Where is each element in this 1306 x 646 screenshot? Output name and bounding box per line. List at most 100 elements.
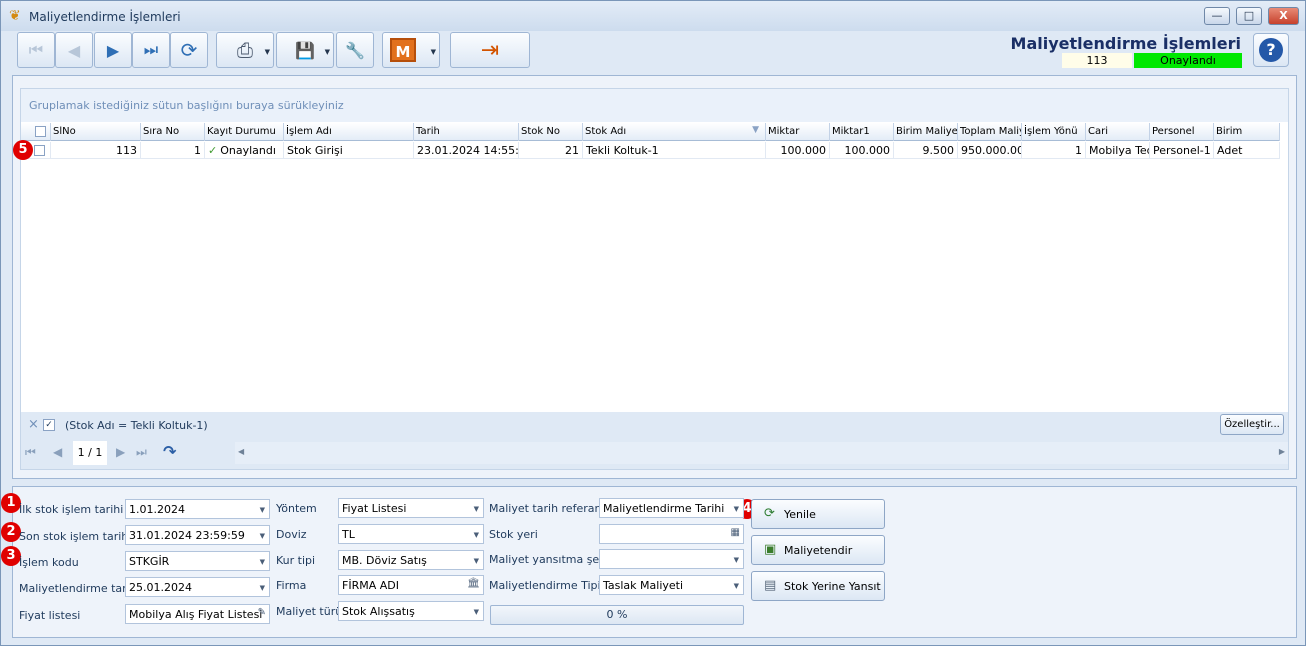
stock-place-field[interactable]: ▦ bbox=[599, 524, 744, 544]
table-cell[interactable]: Tekli Koltuk-1 bbox=[583, 142, 766, 159]
column-header[interactable]: Toplam Maliy bbox=[958, 123, 1022, 141]
table-cell[interactable]: 9.500 bbox=[894, 142, 958, 159]
scroll-right-icon[interactable]: ▶ bbox=[1279, 447, 1285, 456]
column-header[interactable]: Stok Adı ▼ bbox=[583, 123, 766, 141]
costing-type-field[interactable]: Taslak Maliyeti ▼ bbox=[599, 575, 744, 595]
first-record-button[interactable]: ⏮ bbox=[17, 32, 55, 68]
table-cell[interactable]: 100.000 bbox=[766, 142, 830, 159]
help-button[interactable]: ? bbox=[1253, 33, 1289, 67]
column-header[interactable]: Birim Maliyet bbox=[894, 123, 958, 141]
chevron-down-icon[interactable]: ▼ bbox=[260, 584, 265, 592]
filter-icon[interactable]: ▼ bbox=[752, 125, 759, 135]
chevron-down-icon[interactable]: ▼ bbox=[474, 557, 479, 565]
pager-next-icon[interactable]: ▶ bbox=[116, 445, 125, 459]
row-checkbox[interactable] bbox=[34, 145, 45, 156]
column-header[interactable]: Tarih bbox=[414, 123, 519, 141]
customize-button[interactable]: Özelleştir... bbox=[1220, 414, 1284, 435]
horizontal-scrollbar[interactable]: ◀ ▶ bbox=[235, 442, 1288, 464]
reflect-button-label: Stok Yerine Yansıt bbox=[784, 580, 881, 593]
method-field[interactable]: Fiyat Listesi ▼ bbox=[338, 498, 484, 518]
chevron-down-icon[interactable]: ▼ bbox=[474, 531, 479, 539]
column-header[interactable]: İşlem Adı bbox=[284, 123, 414, 141]
reflect-to-stock-button[interactable]: ▤ Stok Yerine Yansıt bbox=[751, 571, 885, 601]
price-list-field[interactable]: Mobilya Alış Fiyat Listesi ✎ bbox=[125, 604, 270, 624]
table-cell[interactable]: 1 bbox=[1022, 142, 1086, 159]
column-header[interactable]: Miktar bbox=[766, 123, 830, 141]
scroll-left-icon[interactable]: ◀ bbox=[238, 447, 244, 456]
print-button[interactable]: ⎙ ▼ bbox=[216, 32, 274, 68]
chevron-down-icon[interactable]: ▼ bbox=[474, 505, 479, 513]
chevron-down-icon[interactable]: ▼ bbox=[260, 532, 265, 540]
column-header[interactable]: Stok No bbox=[519, 123, 583, 141]
chevron-down-icon[interactable]: ▼ bbox=[260, 558, 265, 566]
costing-date-field[interactable]: 25.01.2024 ▼ bbox=[125, 577, 270, 597]
last-date-field[interactable]: 31.01.2024 23:59:59 ▼ bbox=[125, 525, 270, 545]
table-cell[interactable]: Mobilya Tedarikçi bbox=[1086, 142, 1150, 159]
table-cell[interactable]: 100.000 bbox=[830, 142, 894, 159]
filter-text[interactable]: (Stok Adı = Tekli Koltuk-1) bbox=[65, 419, 208, 432]
maximize-button[interactable]: □ bbox=[1236, 7, 1262, 25]
table-cell[interactable]: ✓ Onaylandı bbox=[205, 142, 284, 159]
refresh-button[interactable]: ⟳ Yenile bbox=[751, 499, 885, 529]
close-button[interactable]: X bbox=[1268, 7, 1299, 25]
group-panel-hint[interactable]: Gruplamak istediğiniz sütun başlığını bu… bbox=[21, 89, 1288, 122]
edit-icon[interactable]: ✎ bbox=[258, 607, 266, 618]
stock-place-label: Stok yeri bbox=[489, 528, 538, 541]
date-ref-field[interactable]: Maliyetlendirme Tarihi ▼ bbox=[599, 498, 744, 518]
select-all-checkbox[interactable] bbox=[35, 126, 46, 137]
refresh-toolbar-button[interactable]: ⟳ bbox=[170, 32, 208, 68]
chevron-down-icon[interactable]: ▼ bbox=[734, 582, 739, 590]
column-header[interactable]: İşlem Yönü bbox=[1022, 123, 1086, 141]
pager-prev-icon[interactable]: ◀ bbox=[53, 445, 62, 459]
pager-last-icon[interactable]: ⏭ bbox=[136, 445, 147, 460]
process-code-field[interactable]: STKGİR ▼ bbox=[125, 551, 270, 571]
table-cell[interactable]: Stok Girişi bbox=[284, 142, 414, 159]
table-cell[interactable]: 113 bbox=[51, 142, 141, 159]
filter-enable-checkbox[interactable]: ✓ bbox=[43, 419, 55, 431]
pager-first-icon[interactable]: ⏮ bbox=[25, 445, 36, 460]
next-record-button[interactable]: ▶ bbox=[94, 32, 132, 68]
last-record-button[interactable]: ⏭ bbox=[132, 32, 170, 68]
table-cell[interactable]: 23.01.2024 14:55:58 bbox=[414, 142, 519, 159]
table-row[interactable]: 113 1 ✓ Onaylandı Stok Girişi 23.01.2024 … bbox=[21, 142, 1280, 159]
company-field[interactable]: FİRMA ADI 🏛 bbox=[338, 575, 484, 595]
first-date-field[interactable]: 1.01.2024 ▼ bbox=[125, 499, 270, 519]
chevron-down-icon[interactable]: ▼ bbox=[260, 506, 265, 514]
pager-refresh-icon[interactable]: ↷ bbox=[163, 442, 176, 461]
select-all-header[interactable] bbox=[21, 123, 51, 141]
column-header[interactable]: SlNo bbox=[51, 123, 141, 141]
minimize-button[interactable]: — bbox=[1204, 7, 1230, 25]
column-header[interactable]: Kayıt Durumu bbox=[205, 123, 284, 141]
bank-icon[interactable]: 🏛 bbox=[467, 578, 480, 589]
table-cell[interactable]: Personel-1 S bbox=[1150, 142, 1214, 159]
m-menu-button[interactable]: M ▼ bbox=[382, 32, 440, 68]
cost-type-field[interactable]: Stok Alışsatış ▼ bbox=[338, 601, 484, 621]
chevron-down-icon[interactable]: ▼ bbox=[734, 505, 739, 513]
table-cell[interactable]: 21 bbox=[519, 142, 583, 159]
chevron-down-icon[interactable]: ▼ bbox=[474, 608, 479, 616]
column-header[interactable]: Miktar1 bbox=[830, 123, 894, 141]
table-cell[interactable]: 1 bbox=[141, 142, 205, 159]
prev-record-button[interactable]: ◀ bbox=[55, 32, 93, 68]
costing-button[interactable]: ▣ Maliyetendir bbox=[751, 535, 885, 565]
table-cell[interactable]: Adet bbox=[1214, 142, 1280, 159]
pager: ⏮ ◀ 1 / 1 ▶ ⏭ ↷ ◀ ▶ bbox=[21, 438, 1288, 469]
column-header[interactable]: Birim bbox=[1214, 123, 1280, 141]
reflect-field[interactable]: ▼ bbox=[599, 549, 744, 569]
tools-button[interactable]: 🔧 bbox=[336, 32, 374, 68]
column-header-row: SlNo Sıra No Kayıt Durumu İşlem Adı Tari… bbox=[21, 123, 1280, 141]
rate-type-field[interactable]: MB. Döviz Satış ▼ bbox=[338, 550, 484, 570]
table-cell[interactable]: 950.000.000 bbox=[958, 142, 1022, 159]
data-grid: Gruplamak istediğiniz sütun başlığını bu… bbox=[20, 88, 1289, 470]
lookup-icon[interactable]: ▦ bbox=[731, 527, 740, 538]
help-icon: ? bbox=[1259, 38, 1283, 62]
clear-filter-icon[interactable]: × bbox=[28, 417, 39, 432]
pdf-save-button[interactable]: 💾 ▼ bbox=[276, 32, 334, 68]
column-header[interactable]: Personel bbox=[1150, 123, 1214, 141]
rate-type-value: MB. Döviz Satış bbox=[342, 554, 427, 567]
column-header[interactable]: Cari bbox=[1086, 123, 1150, 141]
currency-field[interactable]: TL ▼ bbox=[338, 524, 484, 544]
column-header[interactable]: Sıra No bbox=[141, 123, 205, 141]
chevron-down-icon[interactable]: ▼ bbox=[734, 556, 739, 564]
exit-button[interactable]: ⇥ bbox=[450, 32, 530, 68]
